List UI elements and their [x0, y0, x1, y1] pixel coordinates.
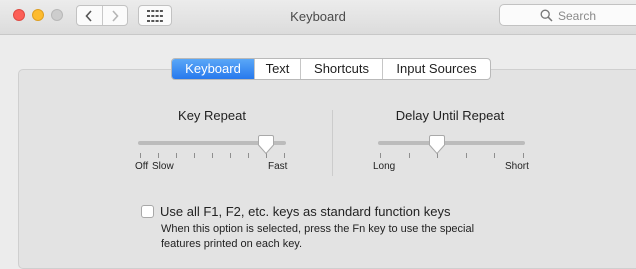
slider-tick: [212, 153, 213, 158]
function-keys-help-line-2: features printed on each key.: [161, 238, 303, 250]
slider-tick: [494, 153, 495, 158]
delay-until-repeat-title: Delay Until Repeat: [395, 108, 505, 123]
slider-divider: [332, 110, 333, 176]
tab-shortcuts[interactable]: Shortcuts: [300, 59, 382, 79]
delay-until-repeat-slider[interactable]: [378, 141, 525, 145]
tab-bar: Keyboard Text Shortcuts Input Sources: [171, 58, 491, 80]
slider-tick: [523, 153, 524, 158]
slider-tick: [140, 153, 141, 158]
delay-until-repeat-slider-knob[interactable]: [428, 134, 446, 156]
title-bar: Keyboard Search: [0, 0, 636, 35]
slider-tick: [176, 153, 177, 158]
slider-tick: [158, 153, 159, 158]
key-repeat-max-label: Fast: [268, 161, 288, 172]
key-repeat-slider-knob[interactable]: [257, 134, 275, 156]
function-keys-checkbox[interactable]: [141, 205, 154, 218]
slider-tick: [409, 153, 410, 158]
slider-tick: [466, 153, 467, 158]
search-icon: [540, 9, 553, 22]
slider-tick: [248, 153, 249, 158]
function-keys-label[interactable]: Use all F1, F2, etc. keys as standard fu…: [160, 204, 450, 219]
slider-tick: [194, 153, 195, 158]
slider-tick: [380, 153, 381, 158]
slider-tick: [284, 153, 285, 158]
function-keys-help-line-1: When this option is selected, press the …: [161, 223, 475, 235]
search-placeholder: Search: [558, 9, 597, 23]
tab-text[interactable]: Text: [254, 59, 300, 79]
delay-until-repeat-min-label: Long: [373, 161, 396, 172]
key-repeat-min-label: Off: [135, 161, 149, 172]
key-repeat-title: Key Repeat: [178, 108, 246, 123]
tab-keyboard[interactable]: Keyboard: [172, 59, 254, 79]
delay-until-repeat-max-label: Short: [505, 161, 529, 172]
key-repeat-low-label: Slow: [152, 161, 174, 172]
tab-input-sources[interactable]: Input Sources: [382, 59, 490, 79]
settings-panel: [18, 69, 636, 269]
slider-tick: [230, 153, 231, 158]
search-field[interactable]: Search: [499, 4, 636, 26]
